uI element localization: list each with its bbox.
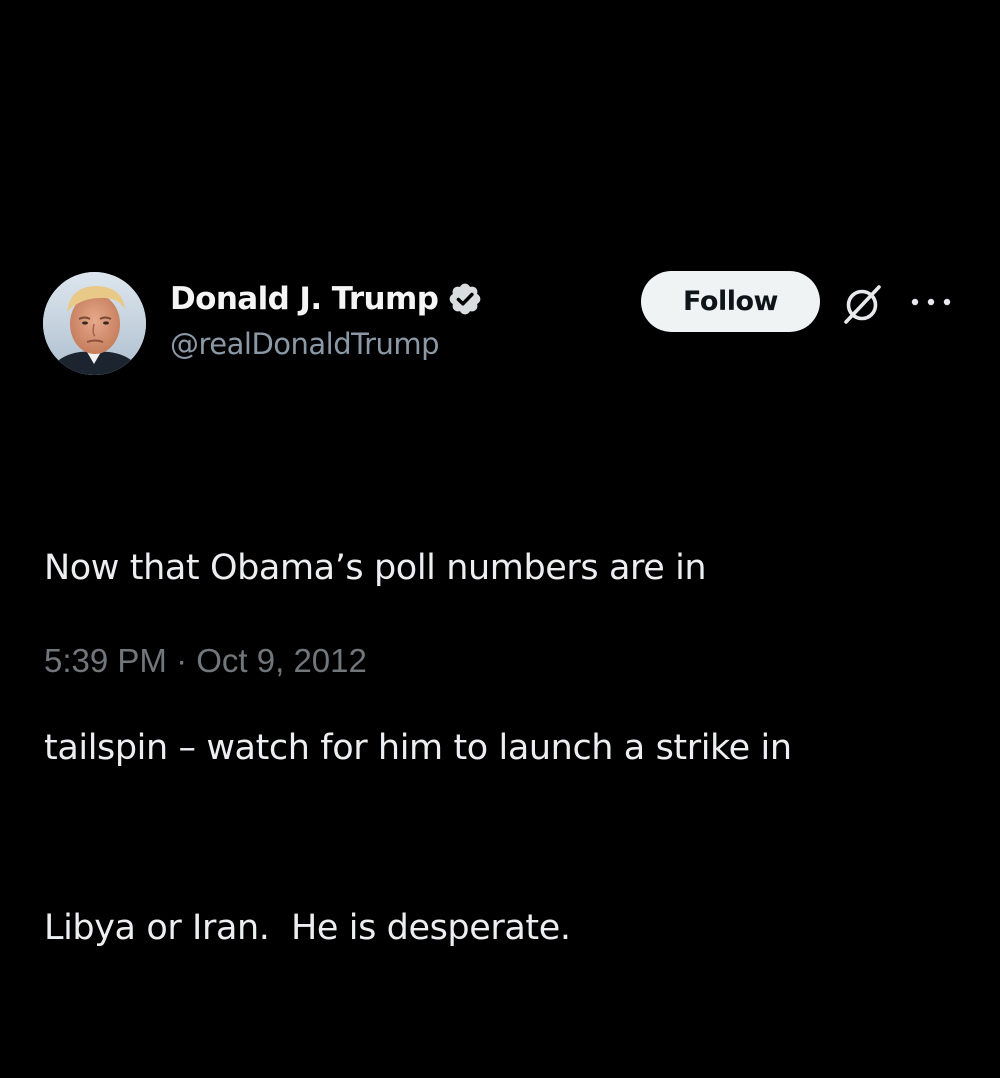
tweet-text: Now that Obama’s poll numbers are in tai… (44, 418, 944, 1078)
follow-button[interactable]: Follow (641, 271, 820, 332)
author-handle[interactable]: @realDonaldTrump (170, 327, 440, 361)
tweet-card: Donald J. Trump @realDonaldTrump Follow … (0, 0, 1000, 948)
tweet-text-line: Now that Obama’s poll numbers are in (44, 548, 707, 588)
tweet-text-line: tailspin – watch for him to launch a str… (44, 728, 792, 768)
avatar-image (43, 272, 146, 375)
verified-badge-icon (449, 283, 481, 315)
tweet-text-line: Libya or Iran. He is desperate. (44, 908, 571, 948)
author-name-row: Donald J. Trump (170, 276, 483, 322)
tweet-timestamp[interactable]: 5:39 PM · Oct 9, 2012 (44, 642, 367, 680)
more-icon[interactable] (906, 293, 956, 311)
avatar[interactable] (43, 272, 146, 375)
tweet-date: Oct 9, 2012 (196, 642, 367, 679)
display-name[interactable]: Donald J. Trump (170, 281, 439, 317)
grok-icon[interactable] (839, 280, 887, 328)
tweet-time: 5:39 PM (44, 642, 167, 679)
timestamp-separator: · (176, 642, 188, 679)
